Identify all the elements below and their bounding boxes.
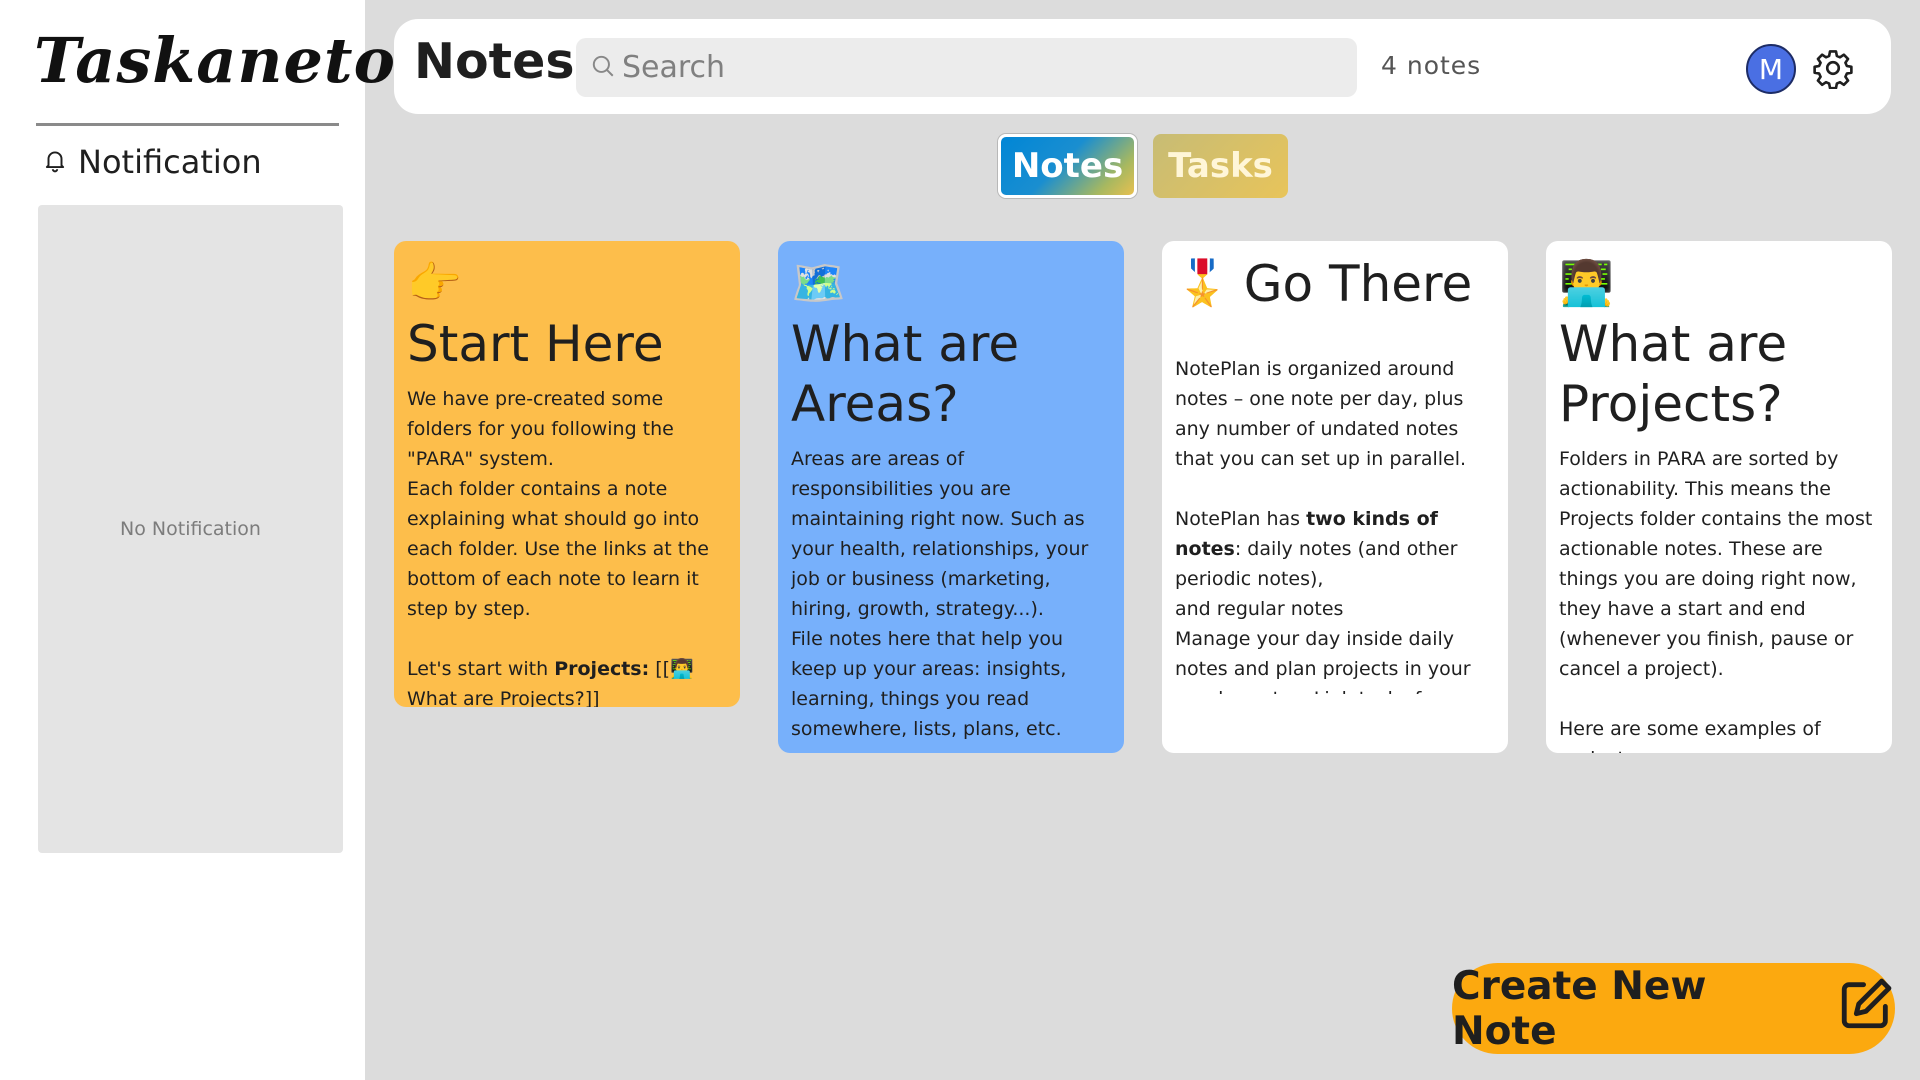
create-new-note-label: Create New Note	[1452, 963, 1707, 1054]
sidebar-divider	[36, 123, 339, 126]
note-card[interactable]: 👨‍💻 What are Projects? Folders in PARA a…	[1546, 241, 1892, 753]
note-count: 4 notes	[1381, 51, 1482, 80]
note-title: 👉 Start Here	[407, 254, 727, 374]
note-title-text: What are Projects?	[1559, 315, 1788, 433]
notification-title: Notification	[78, 143, 262, 181]
edit-note-icon	[1837, 975, 1895, 1043]
note-title-text: Go There	[1243, 255, 1473, 313]
note-body: Areas are areas of responsibilities you …	[791, 448, 1089, 740]
notification-header[interactable]: Notification	[42, 143, 262, 181]
note-title: 🎖️ Go There	[1175, 254, 1495, 314]
note-card[interactable]: 🎖️ Go There NotePlan is organized around…	[1162, 241, 1508, 753]
no-notification-text: No Notification	[120, 518, 261, 540]
create-new-note-button[interactable]: Create New Note	[1452, 963, 1895, 1054]
search-icon	[590, 53, 622, 83]
map-icon: 🗺️	[791, 258, 846, 309]
technologist-icon: 👨‍💻	[1559, 258, 1614, 309]
search-input[interactable]	[622, 50, 1322, 85]
note-body: We have pre-created some folders for you…	[407, 388, 709, 707]
tab-notes[interactable]: Notes	[998, 134, 1137, 198]
note-title-text: Start Here	[407, 315, 664, 373]
page-title: Notes	[414, 33, 575, 90]
note-card[interactable]: 🗺️ What are Areas? Areas are areas of re…	[778, 241, 1124, 753]
top-bar: Notes 4 notes M	[394, 19, 1891, 114]
medal-icon: 🎖️	[1175, 258, 1230, 309]
note-title: 🗺️ What are Areas?	[791, 254, 1111, 434]
note-body: Folders in PARA are sorted by actionabil…	[1559, 448, 1873, 753]
bell-icon	[42, 143, 68, 181]
note-card[interactable]: 👉 Start Here We have pre-created some fo…	[394, 241, 740, 707]
note-title-text: What are Areas?	[791, 315, 1020, 433]
sidebar: Taskaneto Notification No Notification	[0, 0, 395, 1080]
app-logo[interactable]: Taskaneto	[34, 24, 395, 97]
gear-icon[interactable]	[1812, 47, 1854, 90]
note-body: NotePlan is organized around notes – one…	[1175, 358, 1471, 694]
tab-tasks[interactable]: Tasks	[1153, 134, 1288, 198]
pointing-hand-icon: 👉	[407, 258, 462, 309]
notification-panel: No Notification	[38, 205, 343, 853]
avatar[interactable]: M	[1746, 44, 1796, 94]
search-box[interactable]	[576, 38, 1357, 97]
note-title: 👨‍💻 What are Projects?	[1559, 254, 1879, 434]
